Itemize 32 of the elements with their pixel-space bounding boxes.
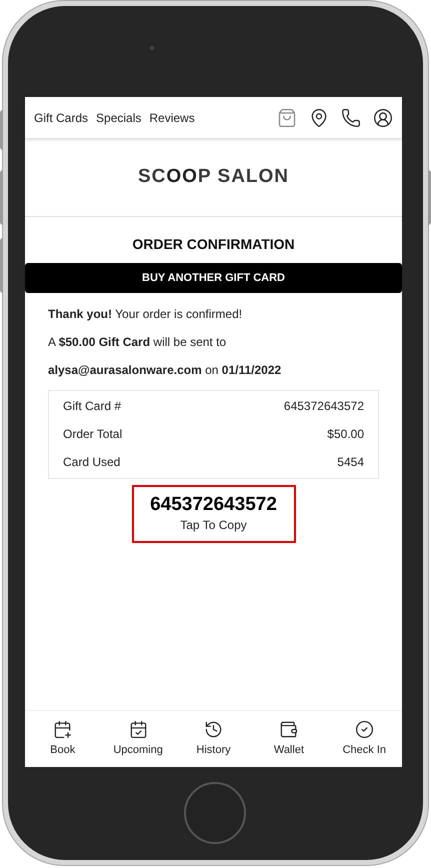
nav-link[interactable]: Reviews	[149, 108, 195, 126]
map-pin-icon[interactable]	[309, 108, 329, 128]
summary-label: Gift Card #	[63, 399, 122, 414]
tab-bar-item[interactable]: Book	[25, 720, 100, 758]
wallet-icon	[279, 720, 298, 739]
phone-icon[interactable]	[341, 108, 361, 128]
page-title: ORDER CONFIRMATION	[132, 235, 295, 254]
summary-value: 5454	[337, 455, 364, 470]
buy-gift-card-button[interactable]: BUY ANOTHER GIFT CARD	[25, 263, 402, 293]
confirmation-text: A $50.00 Gift Card will be sent to	[48, 335, 228, 349]
confirmation-text: Thank you! Your order is confirmed!	[48, 307, 244, 321]
confirmation-text: alysa@aurasalonware.com on 01/11/2022	[48, 363, 282, 377]
copy-code-button[interactable]: 645372643572 Tap To Copy	[132, 485, 296, 543]
nav-link[interactable]: Gift Cards	[34, 108, 88, 126]
tab-bar-item[interactable]: Check In	[326, 720, 402, 758]
nav-link[interactable]: Specials	[96, 108, 142, 126]
shopping-bag-icon[interactable]	[277, 108, 297, 128]
copy-hint: Tap To Copy	[180, 517, 247, 534]
salon-logo: SCOOP SALON	[138, 165, 290, 190]
check-circle-icon	[354, 720, 374, 739]
summary-value: 645372643572	[284, 399, 364, 414]
summary-value: $50.00	[327, 427, 364, 442]
account-icon[interactable]	[373, 108, 393, 128]
history-icon	[204, 720, 224, 739]
tab-bar-item[interactable]: Upcoming	[100, 720, 176, 758]
summary-label: Card Used	[63, 455, 120, 470]
calendar-plus-icon	[53, 720, 72, 739]
calendar-check-icon	[128, 720, 148, 739]
tab-bar-item[interactable]: Wallet	[251, 720, 327, 758]
tab-bar-item[interactable]: History	[176, 720, 252, 758]
summary-label: Order Total	[63, 427, 122, 442]
gift-card-code: 645372643572	[150, 494, 277, 516]
